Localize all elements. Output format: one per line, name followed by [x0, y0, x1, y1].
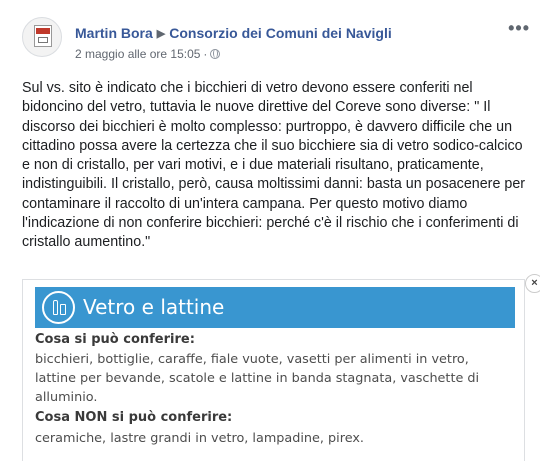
facebook-post: Martin Bora ▶ Consorzio dei Comuni dei Nav… — [0, 0, 540, 461]
triangle-right-icon: ▶ — [156, 28, 166, 40]
allowed-title: Cosa si può conferire: — [35, 332, 195, 347]
close-icon[interactable]: × — [525, 274, 540, 293]
attached-image[interactable]: Vetro e lattine Cosa si può conferire: b… — [22, 279, 525, 461]
post-timestamp[interactable]: 2 maggio alle ore 15:05 — [75, 47, 200, 61]
allowed-list: bicchieri, bottiglie, caraffe, fiale vuo… — [35, 352, 480, 405]
banner: Vetro e lattine — [35, 287, 515, 328]
can-icon — [60, 304, 66, 315]
bottle-and-can-icon — [42, 291, 75, 324]
not-allowed-list: ceramiche, lastre grandi in vetro, lampa… — [35, 431, 364, 446]
bottle-icon — [53, 300, 58, 315]
author-name-link[interactable]: Martin Bora — [75, 25, 153, 41]
post-body-text: Sul vs. sito è indicato che i bicchieri … — [22, 80, 526, 251]
banner-title: Vetro e lattine — [83, 295, 225, 319]
author-avatar[interactable] — [22, 17, 62, 57]
post-meta: 2 maggio alle ore 15:05 · — [75, 47, 221, 61]
avatar-logo — [34, 25, 52, 47]
globe-icon[interactable] — [210, 49, 221, 59]
target-page-link[interactable]: Consorzio dei Comuni dei Navigli — [169, 25, 391, 41]
meta-separator: · — [203, 47, 208, 61]
post-header: Martin Bora ▶ Consorzio dei Comuni dei Nav… — [75, 25, 392, 41]
not-allowed-title: Cosa NON si può conferire: — [35, 410, 233, 425]
more-options-icon[interactable]: ••• — [508, 19, 530, 37]
